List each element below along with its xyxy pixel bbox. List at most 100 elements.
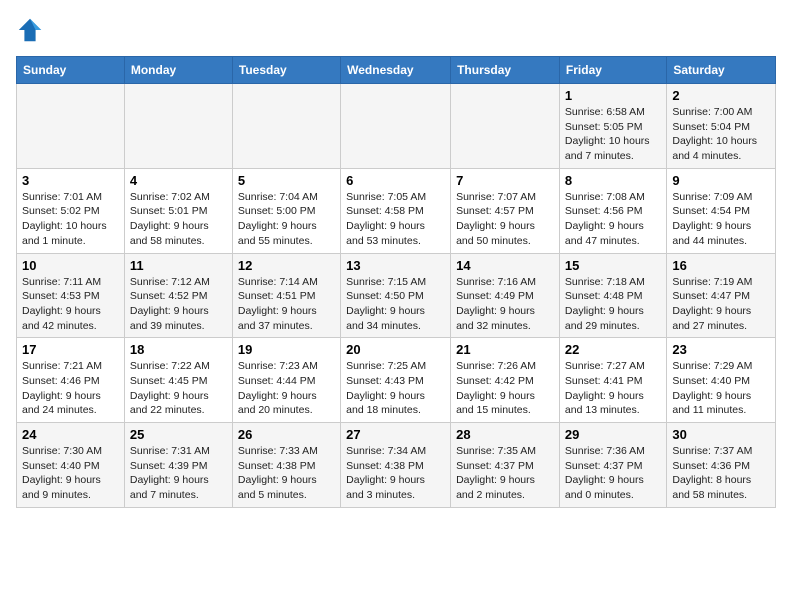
day-number: 20 — [346, 342, 445, 357]
day-info: Sunrise: 7:30 AM Sunset: 4:40 PM Dayligh… — [22, 444, 119, 503]
day-cell: 16 Sunrise: 7:19 AM Sunset: 4:47 PM Dayli… — [667, 253, 776, 338]
day-cell: 28 Sunrise: 7:35 AM Sunset: 4:37 PM Dayli… — [451, 423, 560, 508]
day-info: Sunrise: 7:00 AM Sunset: 5:04 PM Dayligh… — [672, 105, 770, 164]
day-info: Sunrise: 7:18 AM Sunset: 4:48 PM Dayligh… — [565, 275, 661, 334]
weekday-header-sunday: Sunday — [17, 57, 125, 84]
day-number: 9 — [672, 173, 770, 188]
day-number: 21 — [456, 342, 554, 357]
week-row-2: 3 Sunrise: 7:01 AM Sunset: 5:02 PM Daylig… — [17, 168, 776, 253]
day-number: 24 — [22, 427, 119, 442]
day-info: Sunrise: 7:33 AM Sunset: 4:38 PM Dayligh… — [238, 444, 335, 503]
day-info: Sunrise: 7:01 AM Sunset: 5:02 PM Dayligh… — [22, 190, 119, 249]
day-number: 7 — [456, 173, 554, 188]
day-cell: 13 Sunrise: 7:15 AM Sunset: 4:50 PM Dayli… — [341, 253, 451, 338]
day-cell: 8Sunrise: 7:08 AM Sunset: 4:56 PM Daylig… — [559, 168, 666, 253]
weekday-header-monday: Monday — [124, 57, 232, 84]
day-info: Sunrise: 7:34 AM Sunset: 4:38 PM Dayligh… — [346, 444, 445, 503]
day-cell: 25Sunrise: 7:31 AM Sunset: 4:39 PM Dayli… — [124, 423, 232, 508]
day-number: 2 — [672, 88, 770, 103]
day-cell — [451, 84, 560, 169]
logo-icon — [16, 16, 44, 44]
day-info: Sunrise: 7:04 AM Sunset: 5:00 PM Dayligh… — [238, 190, 335, 249]
day-cell: 2 Sunrise: 7:00 AM Sunset: 5:04 PM Daylig… — [667, 84, 776, 169]
day-info: Sunrise: 7:35 AM Sunset: 4:37 PM Dayligh… — [456, 444, 554, 503]
day-cell: 18 Sunrise: 7:22 AM Sunset: 4:45 PM Dayli… — [124, 338, 232, 423]
day-number: 14 — [456, 258, 554, 273]
weekday-header-tuesday: Tuesday — [232, 57, 340, 84]
day-cell: 11Sunrise: 7:12 AM Sunset: 4:52 PM Dayli… — [124, 253, 232, 338]
calendar-table: SundayMondayTuesdayWednesdayThursdayFrid… — [16, 56, 776, 508]
day-number: 13 — [346, 258, 445, 273]
day-info: Sunrise: 7:14 AM Sunset: 4:51 PM Dayligh… — [238, 275, 335, 334]
day-cell: 15 Sunrise: 7:18 AM Sunset: 4:48 PM Dayli… — [559, 253, 666, 338]
day-info: Sunrise: 7:36 AM Sunset: 4:37 PM Dayligh… — [565, 444, 661, 503]
day-number: 26 — [238, 427, 335, 442]
day-cell: 23 Sunrise: 7:29 AM Sunset: 4:40 PM Dayli… — [667, 338, 776, 423]
day-cell: 3 Sunrise: 7:01 AM Sunset: 5:02 PM Daylig… — [17, 168, 125, 253]
day-number: 18 — [130, 342, 227, 357]
day-info: Sunrise: 7:11 AM Sunset: 4:53 PM Dayligh… — [22, 275, 119, 334]
day-cell: 12 Sunrise: 7:14 AM Sunset: 4:51 PM Dayli… — [232, 253, 340, 338]
day-info: Sunrise: 6:58 AM Sunset: 5:05 PM Dayligh… — [565, 105, 661, 164]
day-info: Sunrise: 7:21 AM Sunset: 4:46 PM Dayligh… — [22, 359, 119, 418]
day-cell: 5 Sunrise: 7:04 AM Sunset: 5:00 PM Daylig… — [232, 168, 340, 253]
day-info: Sunrise: 7:07 AM Sunset: 4:57 PM Dayligh… — [456, 190, 554, 249]
day-cell: 10 Sunrise: 7:11 AM Sunset: 4:53 PM Dayli… — [17, 253, 125, 338]
day-info: Sunrise: 7:05 AM Sunset: 4:58 PM Dayligh… — [346, 190, 445, 249]
day-number: 8 — [565, 173, 661, 188]
day-cell: 9 Sunrise: 7:09 AM Sunset: 4:54 PM Daylig… — [667, 168, 776, 253]
day-number: 27 — [346, 427, 445, 442]
day-cell: 22Sunrise: 7:27 AM Sunset: 4:41 PM Dayli… — [559, 338, 666, 423]
weekday-header-row: SundayMondayTuesdayWednesdayThursdayFrid… — [17, 57, 776, 84]
day-number: 30 — [672, 427, 770, 442]
day-info: Sunrise: 7:23 AM Sunset: 4:44 PM Dayligh… — [238, 359, 335, 418]
day-number: 17 — [22, 342, 119, 357]
day-cell: 26 Sunrise: 7:33 AM Sunset: 4:38 PM Dayli… — [232, 423, 340, 508]
day-cell: 1Sunrise: 6:58 AM Sunset: 5:05 PM Daylig… — [559, 84, 666, 169]
week-row-1: 1Sunrise: 6:58 AM Sunset: 5:05 PM Daylig… — [17, 84, 776, 169]
day-info: Sunrise: 7:22 AM Sunset: 4:45 PM Dayligh… — [130, 359, 227, 418]
day-cell: 4 Sunrise: 7:02 AM Sunset: 5:01 PM Daylig… — [124, 168, 232, 253]
day-info: Sunrise: 7:09 AM Sunset: 4:54 PM Dayligh… — [672, 190, 770, 249]
day-info: Sunrise: 7:12 AM Sunset: 4:52 PM Dayligh… — [130, 275, 227, 334]
day-number: 6 — [346, 173, 445, 188]
weekday-header-saturday: Saturday — [667, 57, 776, 84]
day-number: 16 — [672, 258, 770, 273]
day-number: 10 — [22, 258, 119, 273]
day-cell — [17, 84, 125, 169]
day-cell: 24 Sunrise: 7:30 AM Sunset: 4:40 PM Dayli… — [17, 423, 125, 508]
day-number: 4 — [130, 173, 227, 188]
day-cell: 20 Sunrise: 7:25 AM Sunset: 4:43 PM Dayli… — [341, 338, 451, 423]
day-number: 12 — [238, 258, 335, 273]
weekday-header-wednesday: Wednesday — [341, 57, 451, 84]
day-number: 23 — [672, 342, 770, 357]
day-info: Sunrise: 7:15 AM Sunset: 4:50 PM Dayligh… — [346, 275, 445, 334]
day-number: 29 — [565, 427, 661, 442]
day-number: 19 — [238, 342, 335, 357]
day-number: 15 — [565, 258, 661, 273]
header — [16, 16, 776, 44]
day-cell: 6 Sunrise: 7:05 AM Sunset: 4:58 PM Daylig… — [341, 168, 451, 253]
day-info: Sunrise: 7:16 AM Sunset: 4:49 PM Dayligh… — [456, 275, 554, 334]
day-info: Sunrise: 7:31 AM Sunset: 4:39 PM Dayligh… — [130, 444, 227, 503]
day-info: Sunrise: 7:29 AM Sunset: 4:40 PM Dayligh… — [672, 359, 770, 418]
weekday-header-thursday: Thursday — [451, 57, 560, 84]
day-info: Sunrise: 7:02 AM Sunset: 5:01 PM Dayligh… — [130, 190, 227, 249]
day-info: Sunrise: 7:37 AM Sunset: 4:36 PM Dayligh… — [672, 444, 770, 503]
day-info: Sunrise: 7:26 AM Sunset: 4:42 PM Dayligh… — [456, 359, 554, 418]
day-cell — [341, 84, 451, 169]
day-info: Sunrise: 7:27 AM Sunset: 4:41 PM Dayligh… — [565, 359, 661, 418]
day-number: 28 — [456, 427, 554, 442]
day-info: Sunrise: 7:25 AM Sunset: 4:43 PM Dayligh… — [346, 359, 445, 418]
day-number: 5 — [238, 173, 335, 188]
day-cell: 21 Sunrise: 7:26 AM Sunset: 4:42 PM Dayli… — [451, 338, 560, 423]
day-cell: 30 Sunrise: 7:37 AM Sunset: 4:36 PM Dayli… — [667, 423, 776, 508]
day-cell: 14 Sunrise: 7:16 AM Sunset: 4:49 PM Dayli… — [451, 253, 560, 338]
day-cell: 17 Sunrise: 7:21 AM Sunset: 4:46 PM Dayli… — [17, 338, 125, 423]
day-info: Sunrise: 7:19 AM Sunset: 4:47 PM Dayligh… — [672, 275, 770, 334]
week-row-5: 24 Sunrise: 7:30 AM Sunset: 4:40 PM Dayli… — [17, 423, 776, 508]
day-cell — [232, 84, 340, 169]
weekday-header-friday: Friday — [559, 57, 666, 84]
day-cell: 7 Sunrise: 7:07 AM Sunset: 4:57 PM Daylig… — [451, 168, 560, 253]
day-number: 3 — [22, 173, 119, 188]
